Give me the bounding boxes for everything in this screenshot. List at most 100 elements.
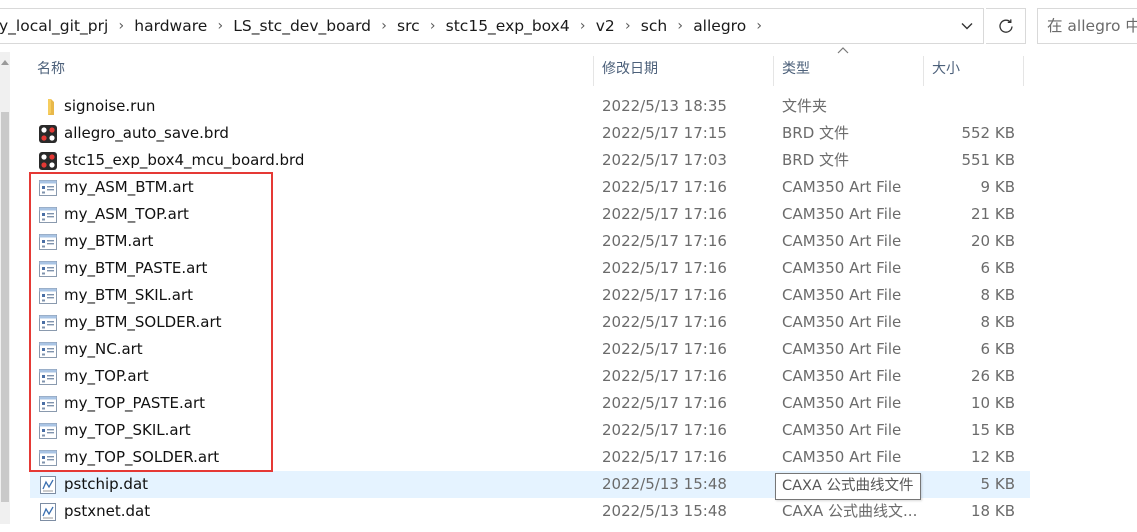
file-date: 2022/5/17 17:16 [602,367,727,385]
file-date: 2022/5/17 17:16 [602,232,727,250]
file-type: CAM350 Art File [782,367,902,385]
sort-ascending-icon [837,47,849,54]
address-bar[interactable]: y_local_git_prj › hardware › LS_stc_dev_boar… [0,8,984,44]
file-size: 12 KB [971,448,1015,466]
breadcrumb-separator-chevron-icon[interactable]: › [570,9,596,43]
column-divider[interactable] [593,56,594,86]
search-placeholder: 在 allegro 中 [1047,17,1137,35]
breadcrumb-separator-chevron-icon[interactable]: › [108,9,134,43]
breadcrumb-item[interactable]: y_local_git_prj [0,9,108,43]
refresh-icon [998,19,1013,33]
file-size: 8 KB [980,313,1015,331]
file-name: allegro_auto_save.brd [64,124,229,142]
nav-pane-scrollbar[interactable] [0,52,10,524]
breadcrumb-item[interactable]: sch [641,9,667,43]
breadcrumb-separator-chevron-icon[interactable]: › [207,9,233,43]
file-name: signoise.run [64,97,156,115]
column-divider[interactable] [773,56,774,86]
column-header-size-label: 大小 [932,61,960,77]
search-box[interactable]: 在 allegro 中 [1037,8,1137,44]
file-type: 文件夹 [782,97,828,115]
scrollbar-thumb[interactable] [1,112,9,502]
file-date: 2022/5/17 17:16 [602,178,727,196]
file-type: CAM350 Art File [782,313,902,331]
caxa-dat-icon [38,502,58,522]
file-row[interactable]: pstxnet.dat 2022/5/13 15:48 CAXA 公式曲线文... 1… [30,498,1030,525]
breadcrumb-item[interactable]: allegro [693,9,746,43]
file-size: 552 KB [961,124,1015,142]
file-size: 26 KB [971,367,1015,385]
file-date: 2022/5/17 17:16 [602,205,727,223]
breadcrumb-item[interactable]: hardware [134,9,207,43]
file-type: BRD 文件 [782,124,850,142]
file-row[interactable]: signoise.run 2022/5/13 18:35 文件夹 [30,93,1030,120]
file-type: CAM350 Art File [782,340,902,358]
breadcrumb-separator-chevron-icon[interactable]: › [667,9,693,43]
file-size: 551 KB [961,151,1015,169]
file-size: 9 KB [980,178,1015,196]
file-type: CAM350 Art File [782,205,902,223]
caxa-dat-icon [38,475,58,495]
file-size: 15 KB [971,421,1015,439]
chevron-down-icon [961,23,973,30]
file-type: CAM350 Art File [782,421,902,439]
breadcrumb-item[interactable]: stc15_exp_box4 [446,9,570,43]
file-date: 2022/5/17 17:16 [602,340,727,358]
file-date: 2022/5/17 17:16 [602,421,727,439]
file-row[interactable]: allegro_auto_save.brd 2022/5/17 17:15 BRD … [30,120,1030,147]
breadcrumb-item[interactable]: src [397,9,420,43]
address-toolbar: y_local_git_prj › hardware › LS_stc_dev_boar… [0,0,1137,52]
scroll-up-arrow[interactable] [0,56,10,68]
file-size: 21 KB [971,205,1015,223]
breadcrumb-separator-chevron-icon[interactable]: › [615,9,641,43]
refresh-button[interactable] [986,8,1026,44]
column-divider[interactable] [923,56,924,86]
allegro-brd-icon [38,151,58,171]
caret-up-icon [1,60,9,65]
breadcrumb-item[interactable]: LS_stc_dev_board [233,9,371,43]
file-date: 2022/5/17 17:16 [602,313,727,331]
breadcrumb-separator-chevron-icon[interactable]: › [746,9,772,43]
file-date: 2022/5/13 18:35 [602,97,727,115]
file-type: CAM350 Art File [782,448,902,466]
annotation-rectangle [29,172,273,472]
column-header-size[interactable]: 大小 [925,52,1023,86]
file-size: 6 KB [980,340,1015,358]
column-header-name-label: 名称 [37,61,65,77]
breadcrumb-separator-chevron-icon[interactable]: › [420,9,446,43]
file-name: pstxnet.dat [64,502,151,520]
file-size: 8 KB [980,286,1015,304]
file-type: CAM350 Art File [782,286,902,304]
address-history-dropdown[interactable] [951,9,983,43]
breadcrumb: y_local_git_prj › hardware › LS_stc_dev_boar… [0,9,772,43]
column-header-date-label: 修改日期 [602,61,658,77]
file-type: CAM350 Art File [782,178,902,196]
file-type: CAXA 公式曲线文... [782,502,918,520]
folder-icon [38,97,58,117]
file-date: 2022/5/17 17:03 [602,151,727,169]
file-size: 18 KB [971,502,1015,520]
type-tooltip: CAXA 公式曲线文件 [775,473,921,500]
file-size: 6 KB [980,259,1015,277]
breadcrumb-item[interactable]: v2 [596,9,615,43]
file-type: BRD 文件 [782,151,850,169]
breadcrumb-separator-chevron-icon[interactable]: › [371,9,397,43]
file-row[interactable]: stc15_exp_box4_mcu_board.brd 2022/5/17 17… [30,147,1030,174]
file-date: 2022/5/13 15:48 [602,475,727,493]
file-type: CAM350 Art File [782,259,902,277]
column-header-name[interactable]: 名称 [30,52,593,86]
file-name: stc15_exp_box4_mcu_board.brd [64,151,305,169]
file-type: CAM350 Art File [782,394,902,412]
column-headers: 名称 修改日期 类型 大小 [10,52,1030,86]
file-type: CAM350 Art File [782,232,902,250]
file-date: 2022/5/17 17:16 [602,394,727,412]
file-date: 2022/5/17 17:16 [602,448,727,466]
file-date: 2022/5/17 17:16 [602,286,727,304]
column-header-date[interactable]: 修改日期 [595,52,773,86]
file-name: pstchip.dat [64,475,149,493]
file-size: 20 KB [971,232,1015,250]
column-divider[interactable] [1023,56,1024,86]
file-size: 10 KB [971,394,1015,412]
column-header-type-label: 类型 [782,61,810,77]
column-header-type[interactable]: 类型 [775,52,923,86]
